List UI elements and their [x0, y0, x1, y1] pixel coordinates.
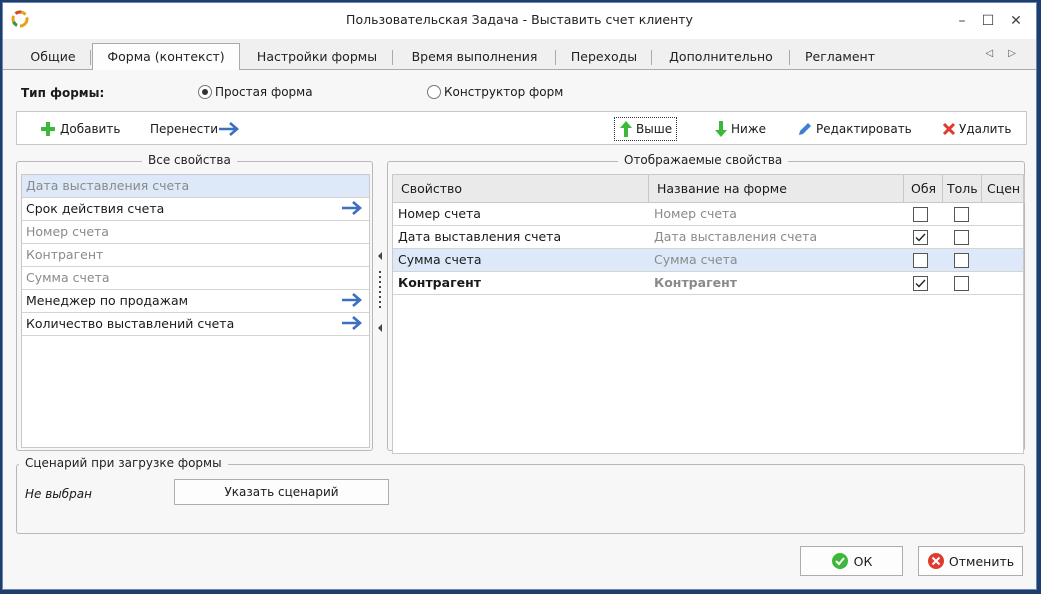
- list-item[interactable]: Количество выставлений счета: [22, 313, 369, 336]
- displayed-properties-group: Отображаемые свойства Свойство Название …: [387, 153, 1025, 454]
- radio-simple-form-label: Простая форма: [215, 85, 313, 99]
- delete-label: Удалить: [959, 122, 1012, 136]
- cancel-circle-icon: [927, 553, 944, 569]
- pencil-icon: [799, 123, 811, 135]
- col-header-script[interactable]: Сцен: [982, 175, 1025, 203]
- plus-icon: [41, 122, 55, 136]
- cell-property: Сумма счета: [398, 252, 482, 267]
- readonly-checkbox[interactable]: [954, 230, 969, 245]
- move-up-button[interactable]: Выше: [614, 117, 678, 141]
- ok-button[interactable]: ОК: [800, 546, 903, 576]
- title-bar: Пользовательская Задача - Выставить счет…: [3, 3, 1036, 39]
- tab-content: Тип формы: Простая форма Конструктор фор…: [3, 70, 1036, 589]
- ok-label: ОК: [853, 553, 873, 569]
- list-item[interactable]: Контрагент: [22, 244, 369, 267]
- window-title: Пользовательская Задача - Выставить счет…: [346, 12, 693, 27]
- readonly-checkbox[interactable]: [954, 253, 969, 268]
- move-button[interactable]: Перенести: [150, 117, 243, 141]
- table-row[interactable]: Сумма счета Сумма счета: [393, 249, 1023, 272]
- required-checkbox[interactable]: [913, 207, 928, 222]
- radio-form-constructor-label: Конструктор форм: [444, 85, 564, 99]
- col-header-required[interactable]: Обя: [904, 175, 943, 203]
- edit-button[interactable]: Редактировать: [797, 117, 912, 141]
- radio-checked-icon: [198, 85, 212, 99]
- tab-form-context[interactable]: Форма (контекст): [92, 43, 240, 71]
- required-checkbox[interactable]: [913, 276, 928, 291]
- edit-label: Редактировать: [816, 122, 912, 136]
- table-header: Свойство Название на форме Обя Толь Сцен: [393, 175, 1025, 203]
- delete-x-icon: [942, 122, 956, 136]
- move-label: Перенести: [150, 122, 219, 136]
- tab-bar: Общие Форма (контекст) Настройки формы В…: [3, 39, 1036, 71]
- tab-regulation[interactable]: Регламент: [790, 45, 890, 69]
- arrow-right-icon[interactable]: [341, 292, 363, 308]
- table-row[interactable]: Дата выставления счета Дата выставления …: [393, 226, 1023, 249]
- all-properties-caption: Все свойства: [142, 153, 237, 167]
- radio-unchecked-icon: [427, 85, 441, 99]
- cancel-label: Отменить: [948, 553, 1015, 569]
- arrow-down-icon: [715, 121, 727, 137]
- move-down-label: Ниже: [731, 122, 767, 136]
- set-script-button[interactable]: Указать сценарий: [174, 479, 389, 505]
- maximize-button[interactable]: ☐: [977, 11, 999, 31]
- minimize-button[interactable]: –: [951, 11, 973, 31]
- list-item[interactable]: Сумма счета: [22, 267, 369, 290]
- all-properties-group: Все свойства Дата выставления счета Срок…: [16, 153, 373, 451]
- tab-scroll-arrows[interactable]: ◁ ▷: [985, 48, 1022, 59]
- displayed-properties-table[interactable]: Свойство Название на форме Обя Толь Сцен…: [392, 174, 1025, 454]
- form-type-label: Тип формы:: [21, 86, 105, 100]
- arrow-right-icon[interactable]: [341, 200, 363, 216]
- tab-additional[interactable]: Дополнительно: [652, 45, 790, 69]
- add-label: Добавить: [60, 122, 121, 136]
- cell-property: Дата выставления счета: [398, 229, 562, 244]
- check-circle-icon: [831, 553, 848, 569]
- dialog-window: Пользовательская Задача - Выставить счет…: [2, 2, 1037, 590]
- radio-simple-form[interactable]: Простая форма: [198, 85, 313, 99]
- cancel-button[interactable]: Отменить: [918, 546, 1023, 576]
- list-item[interactable]: Дата выставления счета: [22, 175, 369, 198]
- tab-transitions[interactable]: Переходы: [556, 45, 652, 69]
- script-group: Сценарий при загрузке формы Не выбран Ук…: [16, 456, 1025, 534]
- checkmark-icon: [915, 279, 926, 288]
- table-row[interactable]: Контрагент Контрагент: [393, 272, 1023, 295]
- splitter-handle[interactable]: [375, 153, 387, 453]
- cell-form-name: Сумма счета: [654, 252, 738, 267]
- arrow-right-icon: [219, 122, 240, 136]
- col-header-property[interactable]: Свойство: [393, 175, 649, 203]
- cell-form-name: Контрагент: [654, 275, 737, 290]
- col-header-readonly[interactable]: Толь: [943, 175, 982, 203]
- script-caption: Сценарий при загрузке формы: [19, 456, 228, 470]
- list-item[interactable]: Менеджер по продажам: [22, 290, 369, 313]
- move-up-label: Выше: [636, 122, 673, 136]
- cell-property: Номер счета: [398, 206, 481, 221]
- required-checkbox[interactable]: [913, 230, 928, 245]
- cell-property: Контрагент: [398, 275, 481, 290]
- move-down-button[interactable]: Ниже: [714, 117, 766, 141]
- toolbar: Добавить Перенести Выше Ниже Редактирова…: [16, 111, 1027, 145]
- list-item[interactable]: Номер счета: [22, 221, 369, 244]
- tab-execution-time[interactable]: Время выполнения: [393, 45, 556, 69]
- cell-form-name: Номер счета: [654, 206, 737, 221]
- displayed-properties-caption: Отображаемые свойства: [618, 153, 789, 167]
- col-header-form-name[interactable]: Название на форме: [649, 175, 904, 203]
- readonly-checkbox[interactable]: [954, 207, 969, 222]
- table-row[interactable]: Номер счета Номер счета: [393, 203, 1023, 226]
- arrow-up-icon: [620, 121, 632, 137]
- script-value: Не выбран: [25, 487, 92, 501]
- radio-form-constructor[interactable]: Конструктор форм: [427, 85, 563, 99]
- required-checkbox[interactable]: [913, 253, 928, 268]
- close-button[interactable]: ✕: [1005, 11, 1027, 31]
- delete-button[interactable]: Удалить: [942, 117, 1012, 141]
- list-item[interactable]: Срок действия счета: [22, 198, 369, 221]
- readonly-checkbox[interactable]: [954, 276, 969, 291]
- tab-general[interactable]: Общие: [15, 45, 91, 69]
- tab-form-settings[interactable]: Настройки формы: [241, 45, 393, 69]
- all-properties-list[interactable]: Дата выставления счета Срок действия сче…: [21, 174, 370, 448]
- arrow-right-icon[interactable]: [341, 315, 363, 331]
- checkmark-icon: [915, 233, 926, 242]
- add-button[interactable]: Добавить: [39, 117, 120, 141]
- cell-form-name: Дата выставления счета: [654, 229, 818, 244]
